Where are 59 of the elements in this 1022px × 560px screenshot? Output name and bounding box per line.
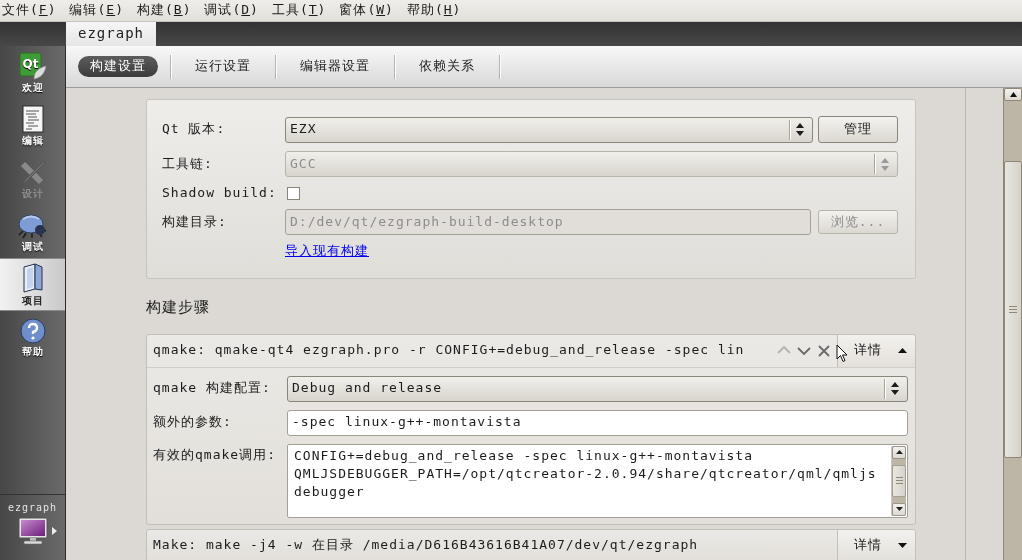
field-label: 工具链: (162, 155, 214, 173)
expand-arrow-icon[interactable] (52, 527, 57, 535)
chevron-down-icon[interactable] (797, 344, 811, 357)
settings-tab[interactable]: 构建设置 (78, 56, 158, 77)
menu-item[interactable]: 文件(F) (2, 2, 57, 19)
menu-item[interactable]: 调试(D) (204, 2, 259, 19)
scrollbar-thumb[interactable] (1004, 161, 1022, 458)
field-label: 额外的参数: (153, 414, 233, 431)
section-heading: 构建步骤 (146, 297, 210, 316)
sidebar-item[interactable]: 帮助 (0, 311, 65, 364)
updown-arrows-icon (891, 382, 899, 395)
menu-item[interactable]: 窗体(W) (339, 2, 394, 19)
ruler-pencil-icon (18, 158, 47, 186)
field-label: Qt 版本: (162, 121, 227, 138)
updown-arrows-icon (796, 123, 804, 136)
details-button[interactable]: 详情 (837, 529, 915, 560)
text-area[interactable]: CONFIG+=debug_and_release -spec linux-g++-montavista QMLJSDEBUGGER_PATH=/opt/qtcreator-2.0.94/share/qtcreator/qml/qmljs debugger (287, 443, 908, 518)
settings-tab[interactable]: 运行设置 (183, 56, 263, 77)
text-field[interactable]: -spec linux-g++-montavista (287, 409, 908, 436)
settings-tab[interactable]: 依赖关系 (407, 56, 487, 77)
details-button[interactable]: 详情 (837, 334, 915, 367)
monitor-icon[interactable] (18, 517, 48, 545)
project-name: ezgraph (7, 502, 58, 513)
field-label: Shadow build: (162, 185, 278, 202)
scrollbar-thumb[interactable] (892, 464, 906, 497)
field-label: 构建目录: (162, 214, 228, 231)
menu-item[interactable]: 帮助(H) (406, 2, 462, 19)
field-label: qmake 构建配置: (153, 380, 272, 397)
menu-item[interactable]: 构建(B) (136, 2, 192, 19)
sidebar-item[interactable]: 调试 (0, 205, 65, 258)
folder-icon (20, 263, 45, 293)
bug-icon (17, 211, 48, 239)
sidebar-item[interactable]: Qt 欢迎 (0, 46, 65, 99)
scroll-up-icon[interactable] (1009, 92, 1017, 97)
help-icon (19, 318, 46, 344)
sidebar-item[interactable]: 编辑 (0, 99, 65, 152)
step-summary: Make: make -j4 -w 在目录 /media/D616B43616B41A07/dev/qt/ezgraph (153, 537, 700, 554)
field-label: 有效的qmake调用: (153, 445, 277, 463)
grip-icon (1009, 306, 1017, 313)
scrollbar[interactable] (891, 445, 906, 516)
checkbox[interactable] (287, 186, 300, 200)
menu-item[interactable]: 工具(T) (271, 2, 327, 19)
link[interactable]: 导入现有构建 (285, 243, 369, 260)
project-tab[interactable]: ezgraph (66, 22, 156, 46)
menu-item[interactable]: 编辑(E) (69, 2, 124, 19)
step-summary: qmake: qmake-qt4 ezgraph.pro -r CONFIG+=debug_and_release -spec lin (153, 342, 746, 359)
scrollbar[interactable] (1003, 88, 1022, 560)
grip-icon (895, 477, 903, 484)
close-icon[interactable] (817, 344, 831, 357)
scroll-up-icon[interactable] (895, 450, 903, 454)
dropdown[interactable]: Debug and release (287, 375, 908, 402)
sidebar-item[interactable]: 项目 (0, 258, 65, 311)
mouse-cursor-icon (836, 343, 848, 363)
settings-tab[interactable]: 编辑器设置 (288, 56, 382, 77)
button[interactable]: 管理 (818, 116, 898, 143)
document-icon (21, 105, 44, 133)
dropdown[interactable]: EZX (285, 116, 813, 143)
scroll-down-icon[interactable] (895, 507, 903, 511)
updown-arrows-icon (881, 157, 889, 171)
